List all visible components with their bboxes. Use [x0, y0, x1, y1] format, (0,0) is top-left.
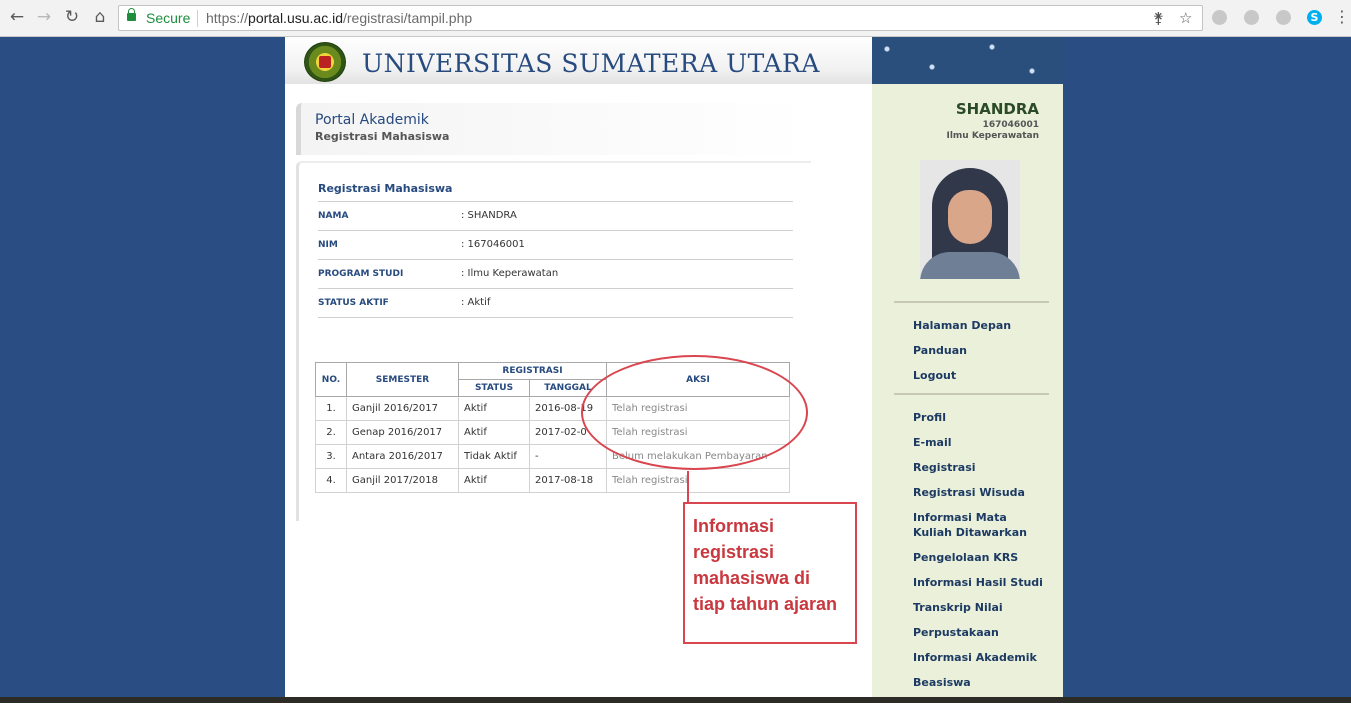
- secure-label: Secure: [146, 10, 191, 26]
- browser-toolbar: ← → ↻ ⌂ Secure https://portal.usu.ac.id/…: [0, 0, 1351, 37]
- sidebar-link-krs[interactable]: Pengelolaan KRS: [913, 550, 1018, 565]
- cell-status: Aktif: [458, 468, 530, 493]
- extension-icon[interactable]: [1212, 10, 1227, 25]
- home-icon[interactable]: ⌂: [89, 6, 111, 28]
- header-banner: UNIVERSITAS SUMATERA UTARA: [285, 37, 872, 84]
- sidebar-link-informasi-akademik[interactable]: Informasi Akademik: [913, 650, 1037, 665]
- sidebar-link-panduan[interactable]: Panduan: [913, 343, 967, 358]
- lock-icon: [127, 8, 136, 21]
- page-title-box: Portal Akademik Registrasi Mahasiswa: [296, 103, 811, 155]
- sidebar-link-perpustakaan[interactable]: Perpustakaan: [913, 625, 999, 640]
- cell-no: 1.: [315, 396, 347, 421]
- section-title: Registrasi Mahasiswa: [318, 182, 453, 195]
- user-sidebar: SHANDRA 167046001 Ilmu Keperawatan Halam…: [872, 84, 1063, 703]
- address-bar[interactable]: Secure https://portal.usu.ac.id/registra…: [118, 5, 1203, 31]
- page-title: Portal Akademik: [315, 112, 429, 128]
- university-name: UNIVERSITAS SUMATERA UTARA: [362, 49, 820, 78]
- info-label: PROGRAM STUDI: [318, 269, 404, 279]
- back-icon[interactable]: ←: [6, 6, 28, 28]
- reload-icon[interactable]: ↻: [61, 6, 83, 28]
- url-text[interactable]: https://portal.usu.ac.id/registrasi/tamp…: [206, 10, 472, 26]
- desktop-strip: [0, 697, 1351, 703]
- cell-no: 3.: [315, 444, 347, 469]
- info-row-nama: NAMA : SHANDRA: [318, 201, 793, 230]
- info-label: NAMA: [318, 211, 349, 221]
- sidebar-link-logout[interactable]: Logout: [913, 368, 956, 383]
- photo-body: [920, 252, 1020, 279]
- sidebar-link-beasiswa[interactable]: Beasiswa: [913, 675, 971, 690]
- info-value: : SHANDRA: [461, 210, 517, 221]
- table-row: 4. Ganjil 2017/2018 Aktif 2017-08-18 Tel…: [315, 468, 790, 493]
- user-program: Ilmu Keperawatan: [946, 131, 1039, 141]
- info-value: : Aktif: [461, 297, 491, 308]
- usu-logo-icon: [304, 42, 346, 82]
- info-value: : Ilmu Keperawatan: [461, 268, 559, 279]
- annotation-oval: [581, 355, 808, 470]
- col-header-semester: SEMESTER: [346, 362, 459, 397]
- bookmark-star-icon[interactable]: ☆: [1179, 9, 1192, 27]
- cell-no: 4.: [315, 468, 347, 493]
- cell-no: 2.: [315, 420, 347, 445]
- sidebar-link-registrasi[interactable]: Registrasi: [913, 460, 976, 475]
- user-nim: 167046001: [982, 120, 1039, 130]
- annotation-callout: Informasi registrasi mahasiswa di tiap t…: [683, 502, 857, 644]
- sidebar-divider: [894, 393, 1049, 395]
- extension-cloud-icon[interactable]: [1276, 10, 1291, 25]
- cell-semester: Ganjil 2017/2018: [346, 468, 459, 493]
- info-label: NIM: [318, 240, 338, 250]
- sidebar-link-email[interactable]: E-mail: [913, 435, 952, 450]
- key-icon[interactable]: ⚵: [1153, 9, 1164, 27]
- url-host: portal.usu.ac.id: [248, 10, 343, 26]
- user-photo: [920, 160, 1020, 279]
- col-header-status: STATUS: [458, 379, 530, 397]
- url-path: /registrasi/tampil.php: [342, 10, 473, 26]
- sidebar-link-mata-kuliah[interactable]: Informasi Mata Kuliah Ditawarkan: [913, 510, 1043, 540]
- col-header-registrasi: REGISTRASI: [458, 362, 607, 380]
- extension-search-icon[interactable]: [1244, 10, 1259, 25]
- sidebar-link-hasil-studi[interactable]: Informasi Hasil Studi: [913, 575, 1043, 590]
- cell-semester: Genap 2016/2017: [346, 420, 459, 445]
- photo-face: [948, 190, 992, 244]
- url-scheme: https://: [206, 10, 249, 26]
- forward-icon[interactable]: →: [33, 6, 55, 28]
- user-name: SHANDRA: [955, 100, 1039, 118]
- cell-status: Aktif: [458, 420, 530, 445]
- sidebar-link-registrasi-wisuda[interactable]: Registrasi Wisuda: [913, 485, 1025, 500]
- info-label: STATUS AKTIF: [318, 298, 389, 308]
- cell-aksi: Telah registrasi: [606, 468, 790, 493]
- col-header-no: NO.: [315, 362, 347, 397]
- info-row-status-aktif: STATUS AKTIF : Aktif: [318, 288, 793, 318]
- batik-decoration: [872, 37, 1063, 84]
- annotation-connector: [687, 471, 689, 503]
- address-divider: [197, 10, 198, 27]
- sidebar-link-transkrip[interactable]: Transkrip Nilai: [913, 600, 1003, 615]
- sidebar-link-halaman-depan[interactable]: Halaman Depan: [913, 318, 1011, 333]
- cell-status: Tidak Aktif: [458, 444, 530, 469]
- cell-semester: Antara 2016/2017: [346, 444, 459, 469]
- menu-kebab-icon[interactable]: ⋮: [1334, 7, 1350, 26]
- cell-tanggal: -: [529, 444, 607, 469]
- sidebar-link-profil[interactable]: Profil: [913, 410, 946, 425]
- cell-tanggal: 2017-08-18: [529, 468, 607, 493]
- cell-semester: Ganjil 2016/2017: [346, 396, 459, 421]
- info-row-nim: NIM : 167046001: [318, 230, 793, 259]
- cell-status: Aktif: [458, 396, 530, 421]
- skype-icon[interactable]: S: [1307, 10, 1322, 25]
- sidebar-divider: [894, 301, 1049, 303]
- info-value: : 167046001: [461, 239, 525, 250]
- info-row-program-studi: PROGRAM STUDI : Ilmu Keperawatan: [318, 259, 793, 288]
- page-subtitle: Registrasi Mahasiswa: [315, 130, 450, 143]
